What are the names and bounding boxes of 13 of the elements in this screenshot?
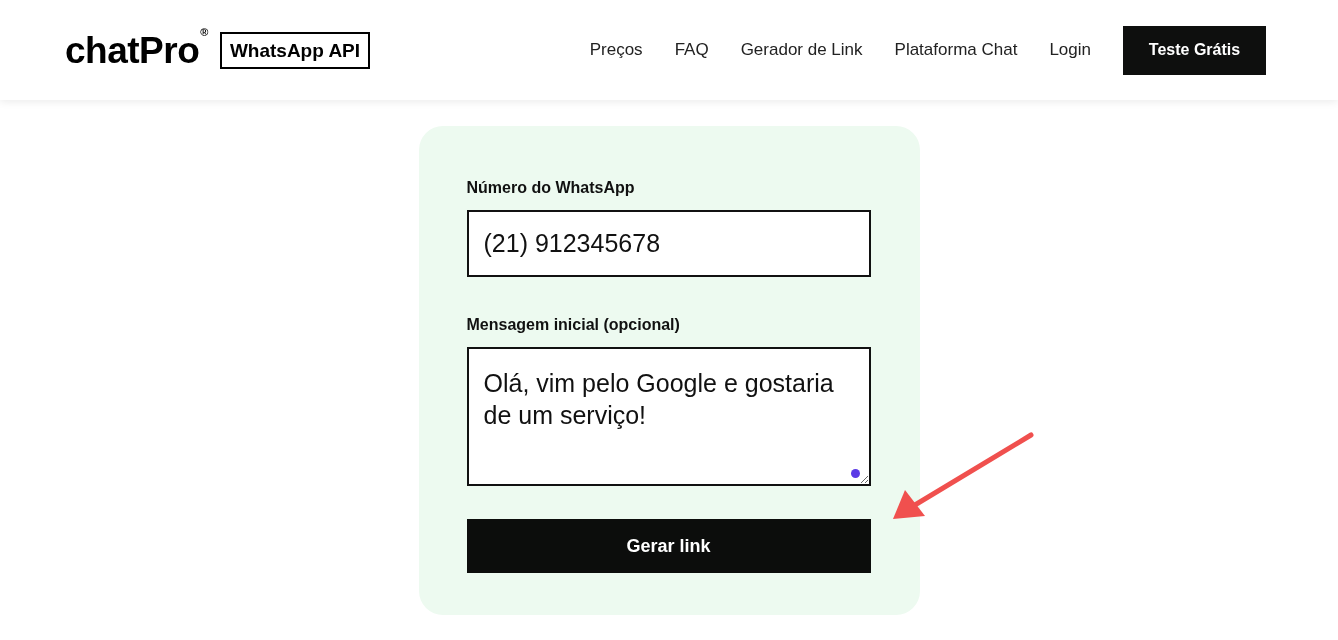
nav-link[interactable]: Login [1049, 37, 1091, 63]
nav-link[interactable]: Gerador de Link [740, 37, 863, 63]
product-badge: WhatsApp API [219, 31, 371, 69]
generate-link-button[interactable]: Gerar link [466, 519, 871, 573]
field-label: Número do WhatsApp [466, 178, 636, 198]
nav-link[interactable]: Plataforma Chat [894, 37, 1018, 63]
nav-link[interactable]: Preços [589, 37, 643, 63]
message-textarea[interactable]: Olá, vim pelo Google e gostaria de um serviço! [466, 347, 871, 486]
field-label: Mensagem inicial (opcional) [466, 315, 681, 335]
free-trial-button[interactable]: Teste Grátis [1123, 25, 1266, 75]
phone-input[interactable]: (21) 912345678 [466, 210, 871, 277]
nav-link[interactable]: FAQ [674, 37, 709, 63]
arrow-icon [890, 432, 1034, 522]
